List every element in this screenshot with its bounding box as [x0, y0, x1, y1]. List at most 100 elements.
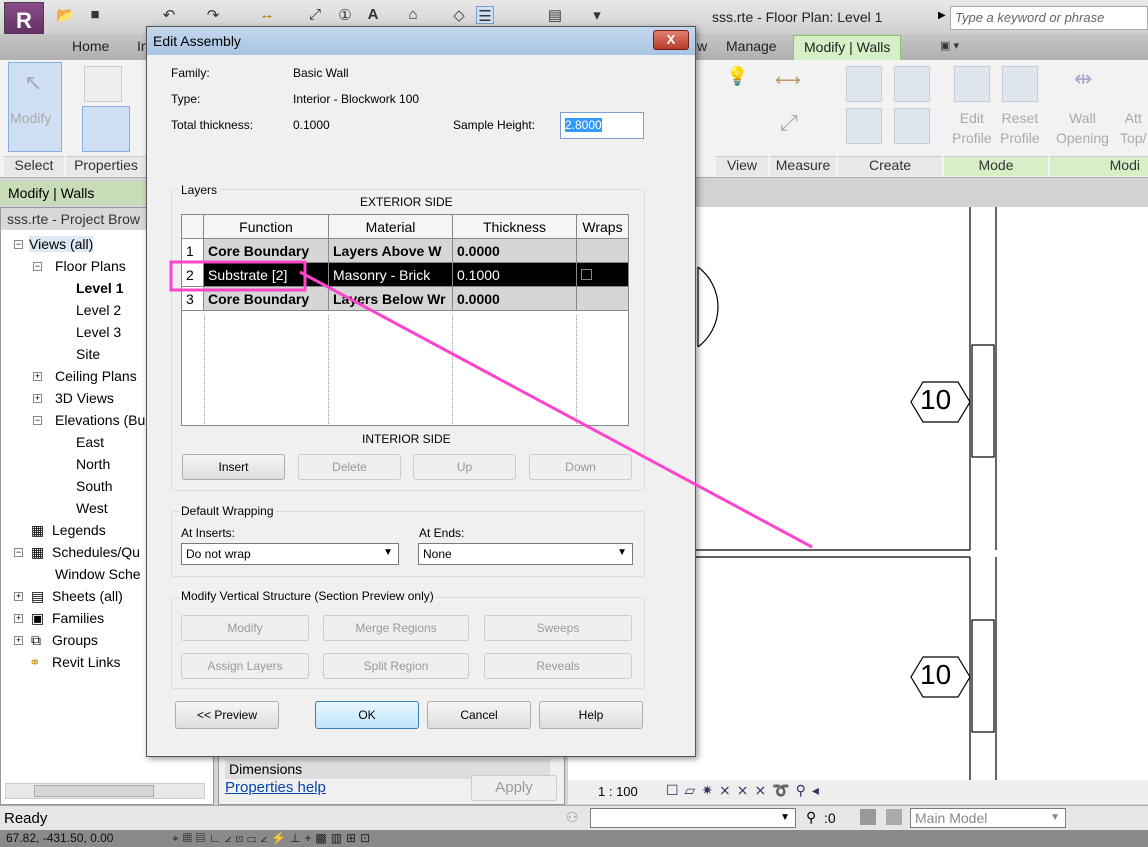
delete-button[interactable]: Delete: [298, 454, 401, 480]
tree-level-2[interactable]: Level 2: [76, 302, 121, 318]
tree-sheets[interactable]: Sheets (all): [52, 588, 123, 604]
tree-families[interactable]: Families: [52, 610, 104, 626]
expand-icon[interactable]: +: [14, 592, 23, 601]
reset-profile-label-2[interactable]: Profile: [1000, 128, 1040, 148]
row-number[interactable]: 3: [181, 286, 204, 311]
tree-west[interactable]: West: [76, 500, 108, 516]
material-cell[interactable]: Masonry - Brick: [328, 262, 453, 287]
split-region-button[interactable]: Split Region: [323, 653, 469, 679]
tree-3d-views[interactable]: 3D Views: [55, 390, 114, 406]
function-cell[interactable]: Core Boundary: [203, 238, 329, 263]
view-tag[interactable]: 10: [920, 659, 951, 691]
tab-manage[interactable]: Manage: [726, 38, 777, 54]
create-parts-icon[interactable]: [846, 108, 882, 144]
collapse-icon[interactable]: −: [14, 240, 23, 249]
material-cell[interactable]: Layers Above W: [328, 238, 453, 263]
worksets-icon[interactable]: ⚇: [566, 809, 579, 826]
expand-icon[interactable]: +: [14, 614, 23, 623]
col-thickness[interactable]: Thickness: [452, 214, 577, 239]
tree-north[interactable]: North: [76, 456, 110, 472]
switch-windows-icon[interactable]: ▤: [546, 6, 564, 24]
tree-level-1[interactable]: Level 1: [76, 280, 123, 296]
edit-profile-label-2[interactable]: Profile: [952, 128, 992, 148]
dimension-icon[interactable]: ⤢: [306, 6, 324, 24]
measure-icon[interactable]: ↔: [258, 6, 276, 24]
wall-opening-label-1[interactable]: Wall: [1056, 108, 1109, 128]
ok-button[interactable]: OK: [315, 701, 419, 729]
tree-site[interactable]: Site: [76, 346, 100, 362]
tree-groups[interactable]: Groups: [52, 632, 98, 648]
reset-profile-label-1[interactable]: Reset: [1000, 108, 1040, 128]
preview-button[interactable]: << Preview: [175, 701, 279, 729]
merge-regions-button[interactable]: Merge Regions: [323, 615, 469, 641]
sample-height-input[interactable]: 2.8000: [560, 112, 644, 139]
save-icon[interactable]: ■: [86, 6, 104, 24]
apply-button[interactable]: Apply: [471, 775, 557, 801]
edit-profile-icon[interactable]: [954, 66, 990, 102]
reset-profile-icon[interactable]: [1002, 66, 1038, 102]
function-cell[interactable]: Substrate [2]: [203, 262, 329, 287]
wraps-cell[interactable]: [576, 262, 629, 287]
row-number[interactable]: 2: [181, 262, 204, 287]
thickness-cell[interactable]: 0.1000: [452, 262, 577, 287]
wraps-cell[interactable]: [576, 286, 629, 311]
ribbon-minimize-icon[interactable]: ▣ ▾: [940, 39, 959, 52]
help-button[interactable]: Help: [539, 701, 643, 729]
3d-view-icon[interactable]: ⌂: [404, 6, 422, 24]
redo-icon[interactable]: ↷: [204, 6, 222, 24]
sweeps-button[interactable]: Sweeps: [484, 615, 632, 641]
scrollbar-thumb[interactable]: [34, 785, 154, 797]
open-icon[interactable]: 📂: [56, 6, 75, 24]
tree-elevations[interactable]: Elevations (Bu: [55, 412, 145, 428]
up-button[interactable]: Up: [413, 454, 516, 480]
row-number[interactable]: 1: [181, 238, 204, 263]
expand-infocenter-icon[interactable]: ▶: [938, 10, 946, 21]
attach-label-2[interactable]: Top/: [1120, 128, 1146, 148]
wall-opening-label-2[interactable]: Opening: [1056, 128, 1109, 148]
attach-label-1[interactable]: Att: [1120, 108, 1146, 128]
thin-lines-icon[interactable]: ☰: [476, 6, 494, 25]
hide-element-icon[interactable]: 💡: [726, 66, 748, 87]
modify-button[interactable]: Modify: [181, 615, 309, 641]
layer-row[interactable]: 1 Core Boundary Layers Above W 0.0000: [181, 238, 629, 263]
tree-level-3[interactable]: Level 3: [76, 324, 121, 340]
view-tag[interactable]: 10: [920, 384, 951, 416]
properties-button[interactable]: [82, 106, 130, 152]
layer-row[interactable]: 3 Core Boundary Layers Below Wr 0.0000: [181, 286, 629, 311]
tree-east[interactable]: East: [76, 434, 104, 450]
tree-south[interactable]: South: [76, 478, 113, 494]
cancel-button[interactable]: Cancel: [427, 701, 531, 729]
expand-icon[interactable]: +: [33, 394, 42, 403]
tree-window-schedule[interactable]: Window Sche: [55, 566, 141, 582]
insert-button[interactable]: Insert: [182, 454, 285, 480]
measure-between-icon[interactable]: ⤢: [780, 110, 798, 136]
col-material[interactable]: Material: [328, 214, 453, 239]
snap-toggle-icons[interactable]: ⌖▦▤∟∠⊡▭∠⚡⊥+▩▥⊞⊡: [172, 831, 374, 846]
collapse-icon[interactable]: −: [33, 416, 42, 425]
col-wraps[interactable]: Wraps: [576, 214, 629, 239]
wraps-cell[interactable]: [576, 238, 629, 263]
browser-horizontal-scrollbar[interactable]: [5, 783, 205, 799]
properties-help-link[interactable]: Properties help: [225, 779, 326, 796]
reveals-button[interactable]: Reveals: [484, 653, 632, 679]
editable-only-icon[interactable]: ⚲: [806, 809, 816, 826]
down-button[interactable]: Down: [529, 454, 632, 480]
expand-icon[interactable]: +: [33, 372, 42, 381]
customize-qat-icon[interactable]: ▾: [588, 6, 606, 24]
workset-dropdown[interactable]: ▼: [590, 808, 796, 828]
material-cell[interactable]: Layers Below Wr: [328, 286, 453, 311]
section-icon[interactable]: ◇: [450, 6, 468, 24]
tag-icon[interactable]: ①: [336, 6, 354, 24]
thickness-cell[interactable]: 0.0000: [452, 286, 577, 311]
tree-floor-plans[interactable]: Floor Plans: [55, 258, 126, 274]
wraps-checkbox[interactable]: [581, 268, 592, 280]
tab-view[interactable]: w: [697, 38, 707, 54]
at-inserts-dropdown[interactable]: Do not wrap ▼: [181, 543, 399, 565]
thickness-cell[interactable]: 0.0000: [452, 238, 577, 263]
scale-button[interactable]: 1 : 100: [598, 784, 638, 799]
text-icon[interactable]: A: [364, 6, 382, 24]
wall-opening-icon[interactable]: ⇹: [1074, 66, 1092, 92]
create-group-icon[interactable]: [894, 108, 930, 144]
design-option-dropdown[interactable]: Main Model ▼: [910, 808, 1066, 828]
tree-revit-links[interactable]: Revit Links: [52, 654, 120, 670]
